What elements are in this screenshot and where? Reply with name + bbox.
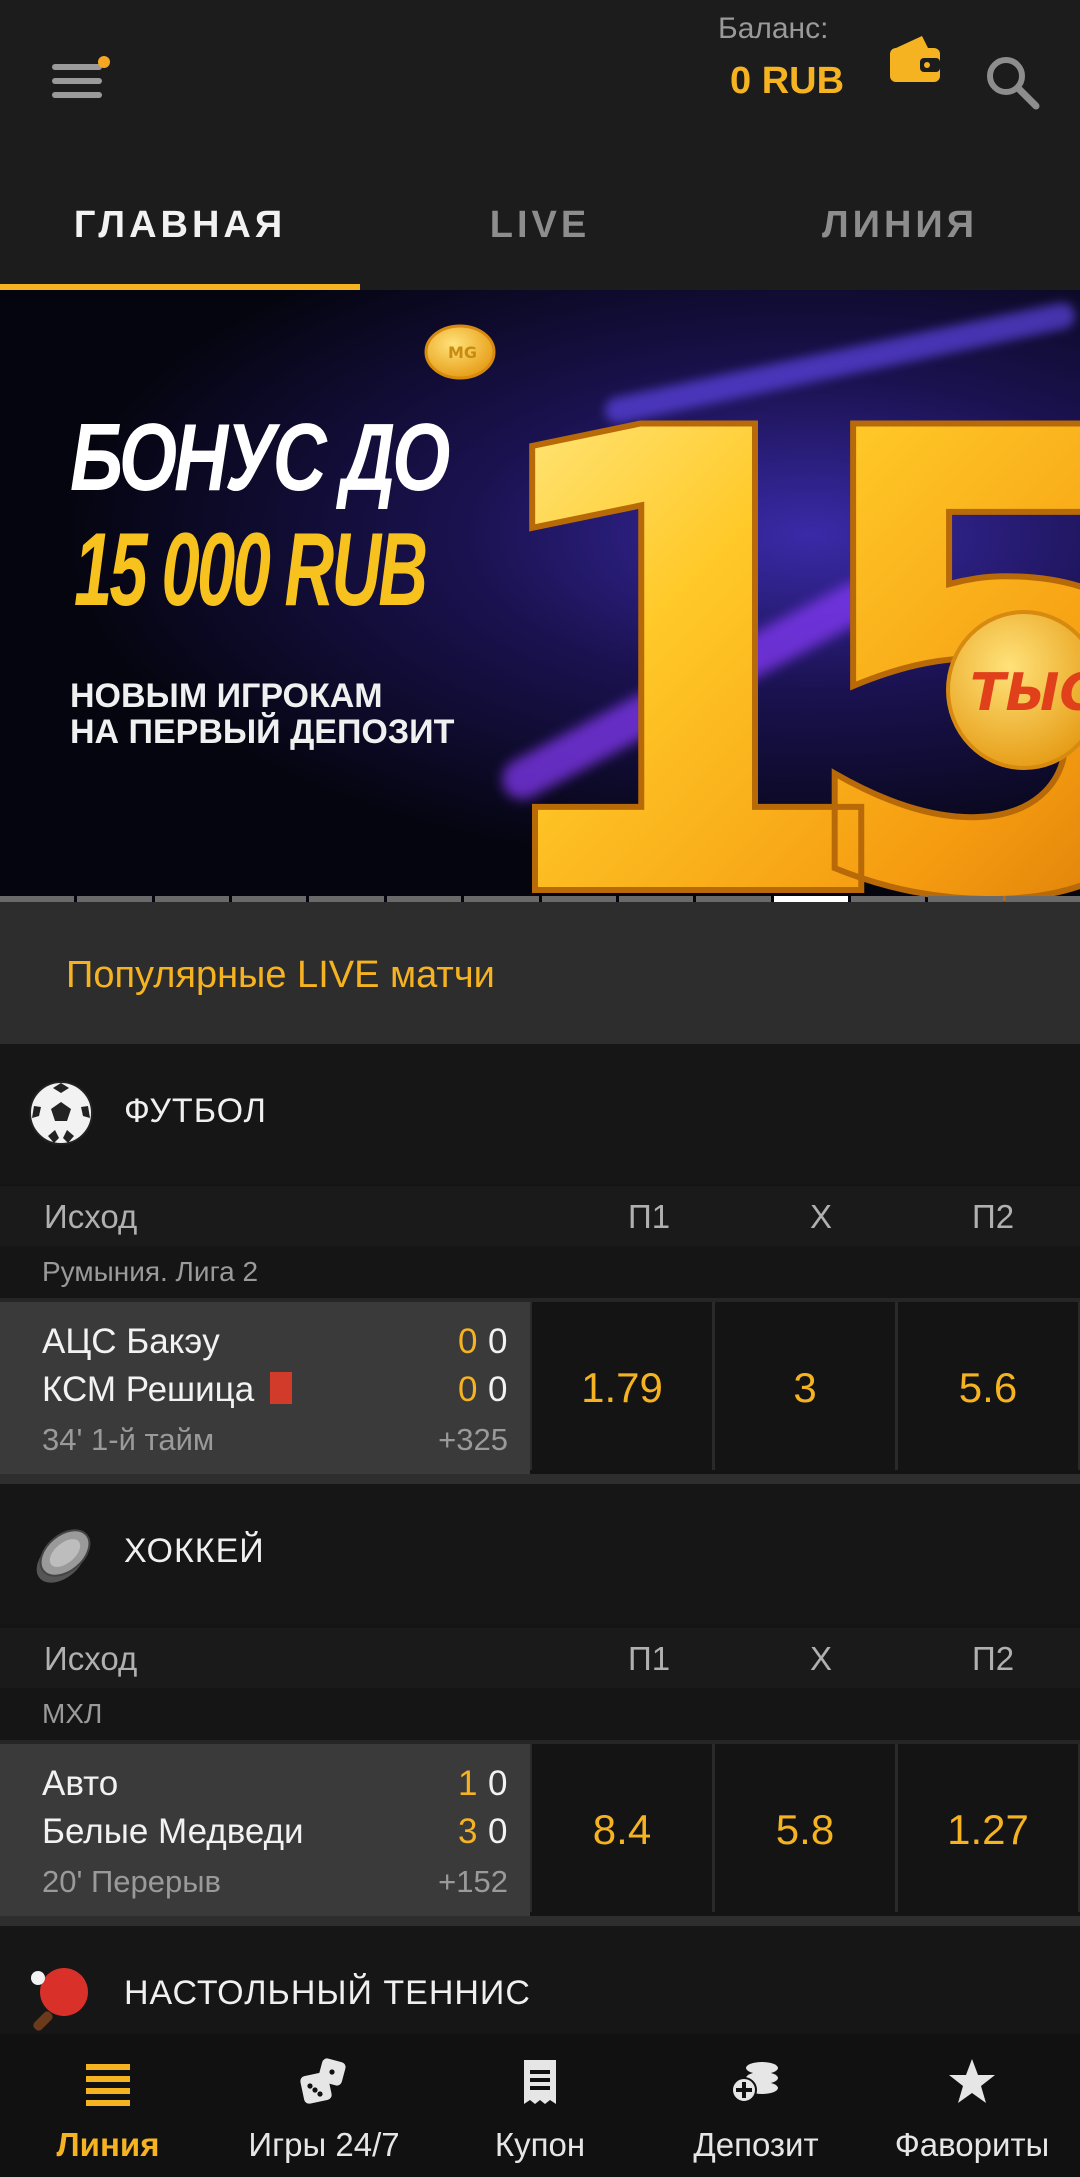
nav-label: Игры 24/7 — [248, 2126, 400, 2163]
coin-icon: ТЫС — [946, 610, 1080, 770]
soccer-ball-icon — [29, 1081, 93, 1145]
sport-header-football[interactable]: ФУТБОЛ — [0, 1044, 1080, 1184]
nav-label: Линия — [56, 2126, 160, 2163]
sport-name: ХОККЕЙ — [124, 1532, 265, 1570]
odd-x[interactable]: 5.8 — [715, 1744, 895, 1916]
match-time: 20' Перерыв — [42, 1864, 222, 1899]
nav-coupon[interactable]: Купон — [432, 2034, 648, 2177]
star-icon — [949, 2059, 995, 2103]
tab-line[interactable]: ЛИНИЯ — [720, 170, 1080, 290]
outcome-label: Исход — [44, 1198, 138, 1235]
nav-games[interactable]: Игры 24/7 — [216, 2034, 432, 2177]
sport-header-hockey[interactable]: ХОККЕЙ — [0, 1484, 1080, 1624]
menu-button[interactable] — [48, 56, 110, 104]
dice-icon — [300, 2058, 346, 2104]
match-info[interactable]: АЦС Бакэу КСМ Решица 0 0 0 0 34' 1-й тай… — [0, 1302, 530, 1474]
team-home: АЦС Бакэу — [42, 1322, 220, 1361]
sport-name: НАСТОЛЬНЫЙ ТЕННИС — [124, 1974, 531, 2012]
nav-label: Фавориты — [894, 2126, 1050, 2163]
outcome-header: Исход П1 Х П2 — [0, 1628, 1080, 1688]
notification-dot — [98, 56, 110, 68]
league-name: МХЛ — [42, 1698, 103, 1729]
sport-name: ФУТБОЛ — [124, 1092, 267, 1130]
odd-p1[interactable]: 1.79 — [532, 1302, 712, 1474]
menu-bar — [52, 92, 102, 98]
score-away-period: 0 — [488, 1812, 508, 1851]
more-markets-count[interactable]: +325 — [438, 1422, 508, 1458]
nav-label: Депозит — [693, 2126, 819, 2163]
odd-p2[interactable]: 1.27 — [898, 1744, 1078, 1916]
match-row[interactable]: Авто Белые Медведи 1 0 3 0 20' Перерыв +… — [0, 1740, 1080, 1916]
bottom-navigation: Линия Игры 24/7 Купон Депозит Фавориты — [0, 2034, 1080, 2177]
p2-label: П2 — [972, 1640, 1015, 1677]
league-label: Румыния. Лига 2 — [0, 1246, 1080, 1298]
league-name: Румыния. Лига 2 — [42, 1256, 259, 1287]
popular-live-title: Популярные LIVE матчи — [66, 954, 495, 996]
score-away-main: 0 — [458, 1370, 478, 1409]
score-home-main: 0 — [458, 1322, 478, 1361]
score-away-period: 0 — [488, 1370, 508, 1409]
banner-subtitle-line: НОВЫМ ИГРОКАМ — [70, 677, 383, 715]
wallet-icon[interactable] — [888, 34, 942, 86]
team-away: КСМ Решица — [42, 1370, 255, 1409]
outcome-header: Исход П1 Х П2 — [0, 1186, 1080, 1246]
menu-bar — [52, 64, 102, 70]
coins-plus-icon — [731, 2062, 778, 2103]
match-time: 34' 1-й тайм — [42, 1422, 215, 1457]
red-card-icon — [270, 1372, 292, 1404]
tab-main[interactable]: ГЛАВНАЯ — [0, 170, 360, 290]
nav-line[interactable]: Линия — [0, 2034, 216, 2177]
p1-label: П1 — [628, 1640, 671, 1677]
nav-favorites[interactable]: Фавориты — [864, 2034, 1080, 2177]
banner-subtitle-line: НА ПЕРВЫЙ ДЕПОЗИТ — [70, 713, 455, 751]
league-label: МХЛ — [0, 1688, 1080, 1740]
tab-live[interactable]: LIVE — [360, 170, 720, 290]
x-label: Х — [810, 1198, 833, 1235]
search-icon[interactable] — [984, 54, 1040, 110]
small-coin-icon: MG — [424, 324, 496, 380]
team-home: Авто — [42, 1764, 119, 1803]
popular-live-header: Популярные LIVE матчи — [0, 902, 1080, 1044]
score-home-period: 0 — [488, 1322, 508, 1361]
list-icon — [86, 2064, 130, 2106]
svg-text:ТЫС: ТЫС — [970, 663, 1080, 723]
menu-bar — [52, 78, 102, 84]
table-tennis-icon — [31, 1968, 88, 2031]
outcome-label: Исход — [44, 1640, 138, 1677]
svg-text:MG: MG — [448, 343, 477, 362]
main-tabs: ГЛАВНАЯ LIVE ЛИНИЯ — [0, 170, 1080, 290]
score-away-main: 3 — [458, 1812, 478, 1851]
banner-subtitle: НОВЫМ ИГРОКАМ НА ПЕРВЫЙ ДЕПОЗИТ — [70, 678, 454, 750]
team-away: Белые Медведи — [42, 1812, 304, 1851]
match-row[interactable]: АЦС Бакэу КСМ Решица 0 0 0 0 34' 1-й тай… — [0, 1298, 1080, 1474]
banner-amount: 15 000 RUB — [74, 512, 428, 628]
score-home-main: 1 — [458, 1764, 478, 1803]
p1-label: П1 — [628, 1198, 671, 1235]
banner-title: БОНУС ДО — [70, 404, 450, 511]
match-info[interactable]: Авто Белые Медведи 1 0 3 0 20' Перерыв +… — [0, 1744, 530, 1916]
hockey-puck-icon — [36, 1529, 91, 1583]
nav-deposit[interactable]: Депозит — [648, 2034, 864, 2177]
odd-p1[interactable]: 8.4 — [532, 1744, 712, 1916]
x-label: Х — [810, 1640, 833, 1677]
balance-label: Баланс: — [718, 12, 829, 45]
p2-label: П2 — [972, 1198, 1015, 1235]
svg-text:15: 15 — [470, 296, 1080, 902]
section-divider — [0, 1474, 1080, 1484]
odd-p2[interactable]: 5.6 — [898, 1302, 1078, 1474]
coupon-icon — [524, 2060, 556, 2104]
score-home-period: 0 — [488, 1764, 508, 1803]
section-divider — [0, 1916, 1080, 1926]
app-header: Баланс: 0 RUB ГЛАВНАЯ LIVE ЛИНИЯ — [0, 0, 1080, 290]
more-markets-count[interactable]: +152 — [438, 1864, 508, 1900]
bonus-15-graphic: 15 — [470, 293, 1080, 902]
balance-value[interactable]: 0 RUB — [730, 60, 844, 103]
nav-label: Купон — [494, 2126, 586, 2163]
promo-banner[interactable]: 15 MG ТЫС БОНУС ДО 15 000 RUB НОВЫМ ИГРО… — [0, 290, 1080, 902]
odd-x[interactable]: 3 — [715, 1302, 895, 1474]
